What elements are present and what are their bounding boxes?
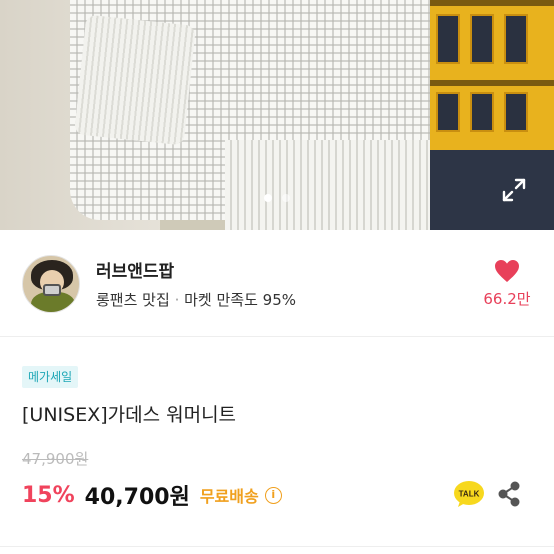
free-shipping-label: 무료배송 [199,487,259,506]
market-satisfaction: 마켓 만족도 95% [184,291,297,309]
price-row: 15% 40,700원 무료배송 i [22,480,282,510]
seller-meta: 롱팬츠 맛집 · 마켓 만족도 95% [96,289,296,310]
kakao-talk-icon[interactable]: TALK [453,480,485,508]
seller-name[interactable]: 러브앤드팝 [96,257,174,282]
divider [0,336,554,337]
like-count: 66.2만 [483,290,531,308]
share-icon[interactable] [497,481,521,507]
expand-icon[interactable] [500,176,528,204]
image-hem [225,140,450,230]
product-title: [UNISEX]가데스 워머니트 [22,404,237,426]
mega-sale-badge: 메가세일 [22,366,79,388]
image-platform [430,150,554,230]
original-price: 47,900원 [22,450,89,468]
carousel-dot-active[interactable] [264,194,272,202]
image-sleeve [74,14,196,146]
separator: · [174,291,180,309]
seller-avatar[interactable] [22,255,80,313]
product-image[interactable] [0,0,554,230]
bottom-divider [0,546,554,547]
carousel-dot[interactable] [282,194,290,202]
discount-rate: 15% [22,482,75,508]
sale-price: 40,700원 [84,485,190,510]
carousel-dots [0,194,554,202]
seller-section[interactable]: 러브앤드팝 롱팬츠 맛집 · 마켓 만족도 95% 66.2만 [0,231,554,335]
info-icon[interactable]: i [264,486,282,504]
seller-tagline: 롱팬츠 맛집 [96,291,170,309]
talk-label: TALK [459,490,480,499]
heart-icon[interactable] [494,259,520,283]
image-train [430,0,554,150]
